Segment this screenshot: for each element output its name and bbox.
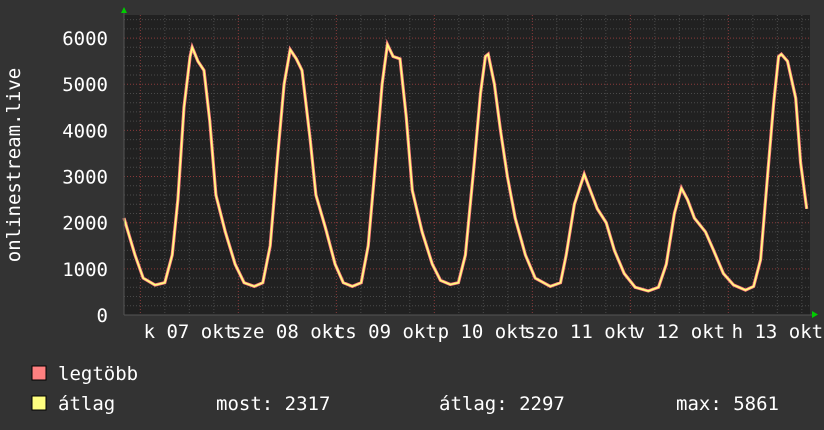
- traffic-chart: 0 1000 2000 3000 4000 5000 6000 k 07 oktsze 08…: [3, 7, 824, 415]
- legend-average: átlag: 2297: [439, 393, 565, 415]
- legend-label-atlag: átlag: [58, 393, 115, 415]
- y-axis-label: onlinestream.live: [3, 68, 25, 262]
- legend-max: max: 5861: [676, 393, 779, 415]
- legend-swatch-atlag: [31, 395, 47, 411]
- x-axis-ticks: k 07 oktsze 08 oktcs 09 okt p 10 oktszo 1…: [144, 321, 824, 343]
- y-tick-label: 3000: [62, 167, 108, 189]
- y-tick-label: 0: [97, 305, 108, 327]
- x-axis-arrow-icon: [812, 311, 818, 318]
- x-tick-label: h 13 okt: [732, 321, 824, 343]
- plot-area: [124, 15, 810, 315]
- x-tick-label: szo 11 okt: [524, 321, 638, 343]
- x-tick-label: cs 09 okt: [334, 321, 437, 343]
- x-tick-label: k 07 okt: [144, 321, 236, 343]
- y-tick-label: 5000: [62, 74, 108, 96]
- x-tick-label: p 10 okt: [438, 321, 530, 343]
- x-tick-label: v 12 okt: [634, 321, 726, 343]
- y-axis-ticks: 0 1000 2000 3000 4000 5000 6000: [62, 28, 108, 327]
- y-axis-arrow-icon: [121, 7, 127, 13]
- x-tick-label: sze 08 okt: [230, 321, 344, 343]
- y-tick-label: 6000: [62, 28, 108, 50]
- legend-swatch-legtobb: [31, 365, 47, 381]
- y-tick-label: 2000: [62, 213, 108, 235]
- y-tick-label: 4000: [62, 120, 108, 142]
- y-tick-label: 1000: [62, 259, 108, 281]
- legend-now: most: 2317: [216, 393, 330, 415]
- legend-label-legtobb: legtöbb: [58, 363, 138, 385]
